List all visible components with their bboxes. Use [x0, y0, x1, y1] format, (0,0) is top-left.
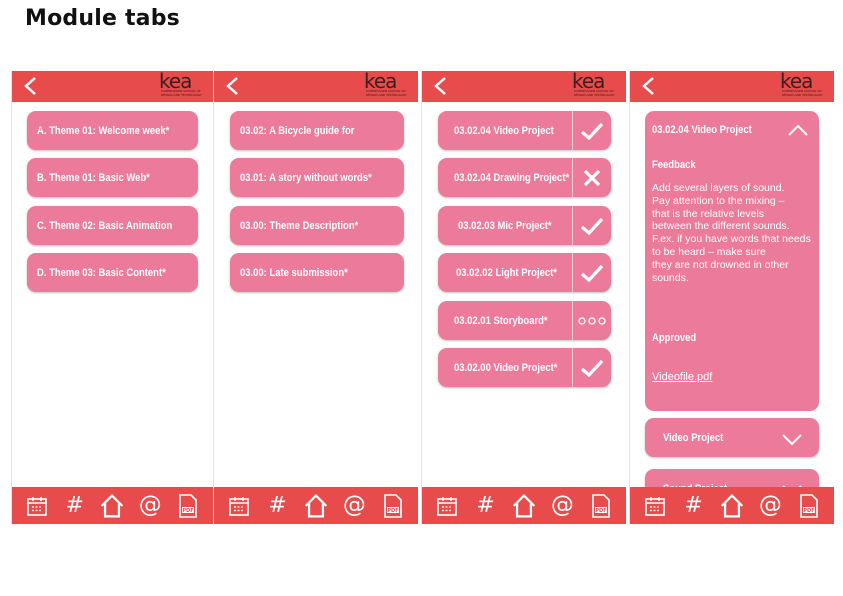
back-arrow-icon[interactable]	[20, 75, 42, 97]
assignment-item[interactable]: 03.02.00 Video Project*	[438, 348, 611, 387]
screen-assignments: kea COPENHAGEN SCHOOL OF DESIGN AND TECH…	[421, 71, 626, 524]
assignment-item[interactable]: 03.02.01 Storyboard*	[438, 301, 611, 340]
module-item[interactable]: 03.00: Late submission*	[230, 253, 404, 292]
home-icon[interactable]	[511, 493, 537, 519]
screen-themes: kea COPENHAGEN SCHOOL OF DESIGN AND TECH…	[11, 71, 213, 524]
assignment-item[interactable]: 03.02.04 Drawing Project*	[438, 158, 611, 197]
pdf-icon[interactable]: PDF	[796, 493, 822, 519]
module-item[interactable]: D. Theme 03: Basic Content*	[27, 253, 198, 292]
pdf-icon[interactable]: PDF	[380, 493, 406, 519]
assignment-item[interactable]: 03.02.04 Video Project	[438, 111, 611, 150]
back-arrow-icon[interactable]	[638, 75, 660, 97]
bottom-nav: # @ PDF	[422, 487, 626, 524]
back-arrow-icon[interactable]	[222, 75, 244, 97]
calendar-icon[interactable]	[434, 493, 460, 519]
calendar-icon[interactable]	[642, 493, 668, 519]
file-link[interactable]: Videofile.pdf	[652, 371, 712, 383]
at-icon[interactable]: @	[137, 493, 163, 519]
page-title: Module tabs	[25, 6, 180, 31]
chevron-down-icon	[782, 434, 802, 446]
calendar-icon[interactable]	[226, 493, 252, 519]
module-item[interactable]: B. Theme 01: Basic Web*	[27, 158, 198, 197]
top-bar: kea COPENHAGEN SCHOOL OF DESIGN AND TECH…	[630, 71, 834, 102]
svg-text:PDF: PDF	[595, 508, 606, 514]
feedback-heading: Feedback	[652, 159, 696, 171]
chevron-up-icon[interactable]	[787, 123, 809, 137]
kea-logo: kea COPENHAGEN SCHOOL OF DESIGN AND TECH…	[572, 71, 615, 97]
svg-text:PDF: PDF	[387, 508, 398, 514]
module-item[interactable]: 03.02: A Bicycle guide for	[230, 111, 404, 150]
bottom-nav: # @ PDF	[630, 487, 834, 524]
module-item[interactable]: 03.00: Theme Description*	[230, 206, 404, 245]
screen-assignment-detail: kea COPENHAGEN SCHOOL OF DESIGN AND TECH…	[629, 71, 834, 524]
kea-logo: kea COPENHAGEN SCHOOL OF DESIGN AND TECH…	[159, 71, 202, 97]
hash-icon[interactable]: #	[473, 493, 499, 519]
kea-logo: kea COPENHAGEN SCHOOL OF DESIGN AND TECH…	[780, 71, 823, 97]
bottom-nav: # @ PDF	[214, 487, 418, 524]
module-item[interactable]: A. Theme 01: Welcome week*	[27, 111, 198, 150]
assignment-detail-card: 03.02.04 Video Project Feedback Add seve…	[645, 111, 819, 411]
calendar-icon[interactable]	[24, 493, 50, 519]
hash-icon[interactable]: #	[681, 493, 707, 519]
home-icon[interactable]	[99, 493, 125, 519]
svg-text:PDF: PDF	[182, 508, 193, 514]
check-icon	[572, 206, 611, 245]
screen-theme-03: kea COPENHAGEN SCHOOL OF DESIGN AND TECH…	[213, 71, 418, 524]
kea-logo: kea COPENHAGEN SCHOOL OF DESIGN AND TECH…	[364, 71, 407, 97]
check-icon	[572, 111, 611, 150]
feedback-text: Add several layers of sound. Pay attenti…	[652, 182, 811, 284]
module-item[interactable]: 03.01: A story without words*	[230, 158, 404, 197]
check-icon	[572, 348, 611, 387]
at-icon[interactable]: @	[757, 493, 783, 519]
assignment-item[interactable]: 03.02.02 Light Project*	[438, 253, 611, 292]
at-icon[interactable]: @	[341, 493, 367, 519]
pdf-icon[interactable]: PDF	[588, 493, 614, 519]
hash-icon[interactable]: #	[265, 493, 291, 519]
home-icon[interactable]	[303, 493, 329, 519]
check-icon	[572, 253, 611, 292]
bottom-nav: # @ PDF	[12, 487, 213, 524]
collapsed-item[interactable]: Video Project	[645, 418, 819, 457]
assignment-item[interactable]: 03.02.03 Mic Project*	[438, 206, 611, 245]
pending-icon	[572, 301, 611, 340]
approved-status: Approved	[652, 332, 697, 344]
hash-icon[interactable]: #	[62, 493, 88, 519]
top-bar: kea COPENHAGEN SCHOOL OF DESIGN AND TECH…	[12, 71, 213, 102]
svg-text:PDF: PDF	[803, 508, 814, 514]
back-arrow-icon[interactable]	[430, 75, 452, 97]
detail-title: 03.02.04 Video Project	[652, 124, 752, 136]
pdf-icon[interactable]: PDF	[175, 493, 201, 519]
at-icon[interactable]: @	[549, 493, 575, 519]
top-bar: kea COPENHAGEN SCHOOL OF DESIGN AND TECH…	[214, 71, 418, 102]
module-item[interactable]: C. Theme 02: Basic Animation	[27, 206, 198, 245]
top-bar: kea COPENHAGEN SCHOOL OF DESIGN AND TECH…	[422, 71, 626, 102]
home-icon[interactable]	[719, 493, 745, 519]
cross-icon	[572, 158, 611, 197]
